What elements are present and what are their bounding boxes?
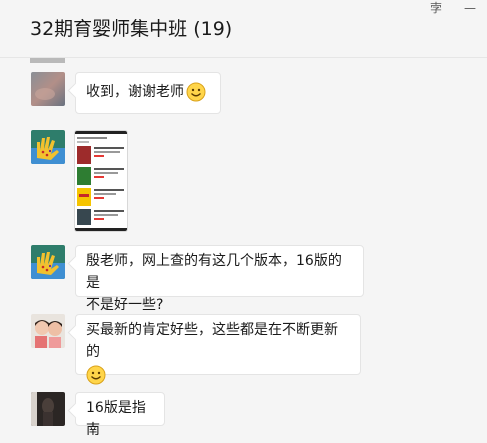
- chat-header: 32期育婴师集中班 (19) 孛 —: [0, 0, 487, 58]
- message-bubble[interactable]: 买最新的肯定好些，这些都是在不断更新的: [75, 314, 361, 385]
- smile-emoji: [86, 365, 106, 385]
- avatar-blurred[interactable]: [31, 72, 65, 106]
- message-bubble[interactable]: 16版是指南: [75, 392, 165, 438]
- message-text: 买最新的肯定好些，这些都是在不断更新的: [86, 322, 338, 360]
- pin-icon[interactable]: 孛: [424, 0, 448, 16]
- avatar-handprint[interactable]: [31, 130, 65, 164]
- message-text: 收到，谢谢老师: [86, 84, 184, 100]
- avatar-dark[interactable]: [31, 392, 65, 426]
- message-list[interactable]: 收到，谢谢老师 殷老师，网上查的有这几个版本，16版的是 不是好一些? 买最新的…: [0, 58, 487, 443]
- message-text-line: 不是好一些?: [86, 297, 164, 313]
- screenshot-image[interactable]: [74, 130, 128, 232]
- message-bubble[interactable]: 殷老师，网上查的有这几个版本，16版的是 不是好一些?: [75, 245, 364, 313]
- chat-title: 32期育婴师集中班 (19): [30, 18, 233, 40]
- minimize-icon[interactable]: —: [458, 0, 482, 16]
- avatar-handprint[interactable]: [31, 245, 65, 279]
- partial-avatar: [30, 58, 65, 63]
- message-bubble[interactable]: 收到，谢谢老师: [75, 72, 221, 114]
- avatar-kids[interactable]: [31, 314, 65, 348]
- message-text: 16版是指南: [86, 400, 146, 438]
- message-text-line: 殷老师，网上查的有这几个版本，16版的是: [86, 253, 342, 291]
- smile-emoji: [186, 82, 206, 102]
